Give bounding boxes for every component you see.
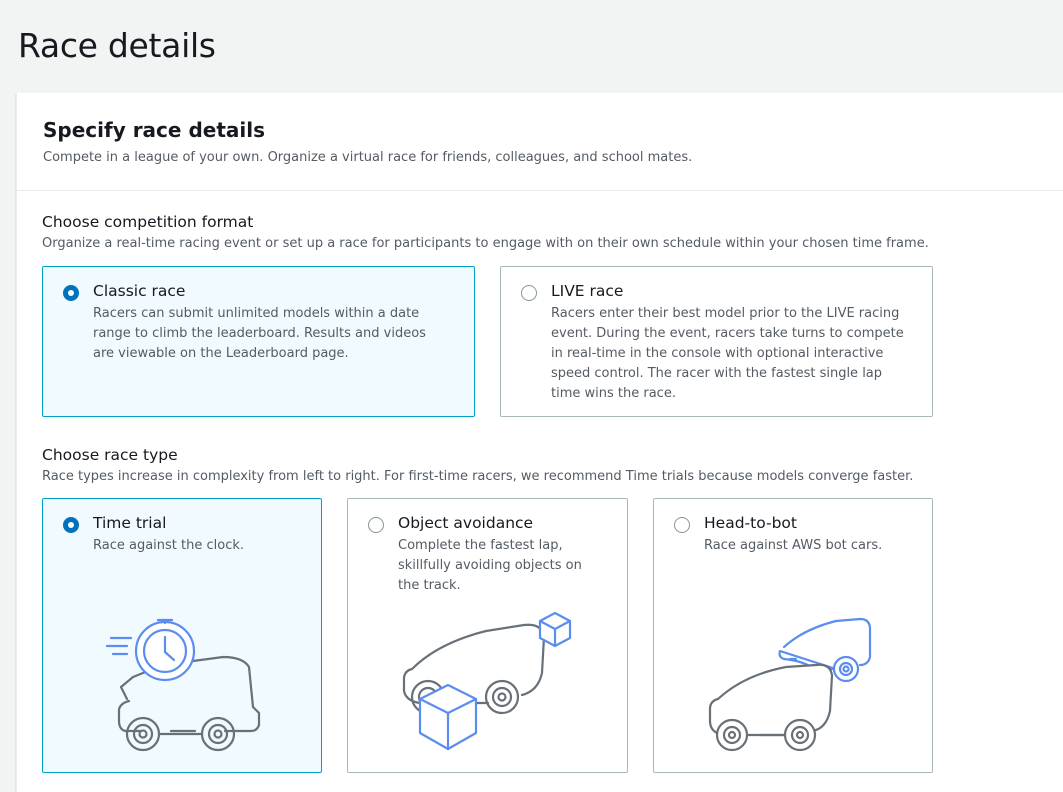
time-trial-title: Time trial	[93, 514, 167, 532]
head-to-bot-title: Head-to-bot	[704, 514, 797, 532]
classic-race-desc-line: are viewable on the Leaderboard page.	[93, 346, 349, 361]
container-description: Compete in a league of your own. Organiz…	[43, 150, 693, 165]
object-avoidance-desc-line: Complete the fastest lap,	[398, 538, 563, 553]
object-avoidance-desc-line: skillfully avoiding objects on	[398, 558, 582, 573]
competition-format-description: Organize a real-time racing event or set…	[42, 236, 929, 251]
live-race-desc-line: speed control. The racer with the fastes…	[551, 366, 883, 381]
page-title: Race details	[18, 26, 216, 65]
time-trial-radio[interactable]	[63, 517, 79, 533]
classic-race-radio[interactable]	[63, 285, 79, 301]
container-title: Specify race details	[43, 118, 265, 142]
object-avoidance-desc-line: the track.	[398, 578, 461, 593]
live-race-desc-line: Racers enter their best model prior to t…	[551, 306, 900, 321]
object-avoidance-tile[interactable]: Object avoidance Complete the fastest la…	[347, 498, 628, 773]
head-to-bot-desc-line: Race against AWS bot cars.	[704, 538, 883, 553]
head-to-bot-description: Race against AWS bot cars.	[704, 536, 882, 556]
stopwatch-car-icon	[105, 618, 261, 752]
live-race-tile[interactable]: LIVE race Racers enter their best model …	[500, 266, 933, 417]
time-trial-description: Race against the clock.	[93, 536, 244, 556]
classic-race-tile[interactable]: Classic race Racers can submit unlimited…	[42, 266, 475, 417]
competition-format-label: Choose competition format	[42, 213, 254, 231]
classic-race-desc-line: range to climb the leaderboard. Results …	[93, 326, 426, 341]
race-type-label: Choose race type	[42, 446, 178, 464]
object-avoidance-radio[interactable]	[368, 517, 384, 533]
object-avoidance-description: Complete the fastest lap, skillfully avo…	[398, 536, 582, 596]
race-type-description: Race types increase in complexity from l…	[42, 469, 914, 484]
car-with-boxes-icon	[402, 611, 572, 751]
classic-race-desc-line: Racers can submit unlimited models withi…	[93, 306, 420, 321]
live-race-radio[interactable]	[521, 285, 537, 301]
head-to-bot-radio[interactable]	[674, 517, 690, 533]
head-to-bot-tile[interactable]: Head-to-bot Race against AWS bot cars.	[653, 498, 933, 773]
live-race-title: LIVE race	[551, 282, 624, 300]
live-race-desc-line: event. During the event, racers take tur…	[551, 326, 904, 341]
live-race-desc-line: time wins the race.	[551, 386, 676, 401]
live-race-desc-line: in real-time in the console with optiona…	[551, 346, 884, 361]
classic-race-title: Classic race	[93, 282, 186, 300]
live-race-description: Racers enter their best model prior to t…	[551, 304, 904, 404]
time-trial-tile[interactable]: Time trial Race against the clock.	[42, 498, 322, 773]
object-avoidance-title: Object avoidance	[398, 514, 534, 532]
classic-race-description: Racers can submit unlimited models withi…	[93, 304, 426, 364]
two-cars-icon	[708, 617, 872, 752]
container-header: Specify race details Compete in a league…	[17, 93, 1063, 191]
time-trial-desc-line: Race against the clock.	[93, 538, 245, 553]
